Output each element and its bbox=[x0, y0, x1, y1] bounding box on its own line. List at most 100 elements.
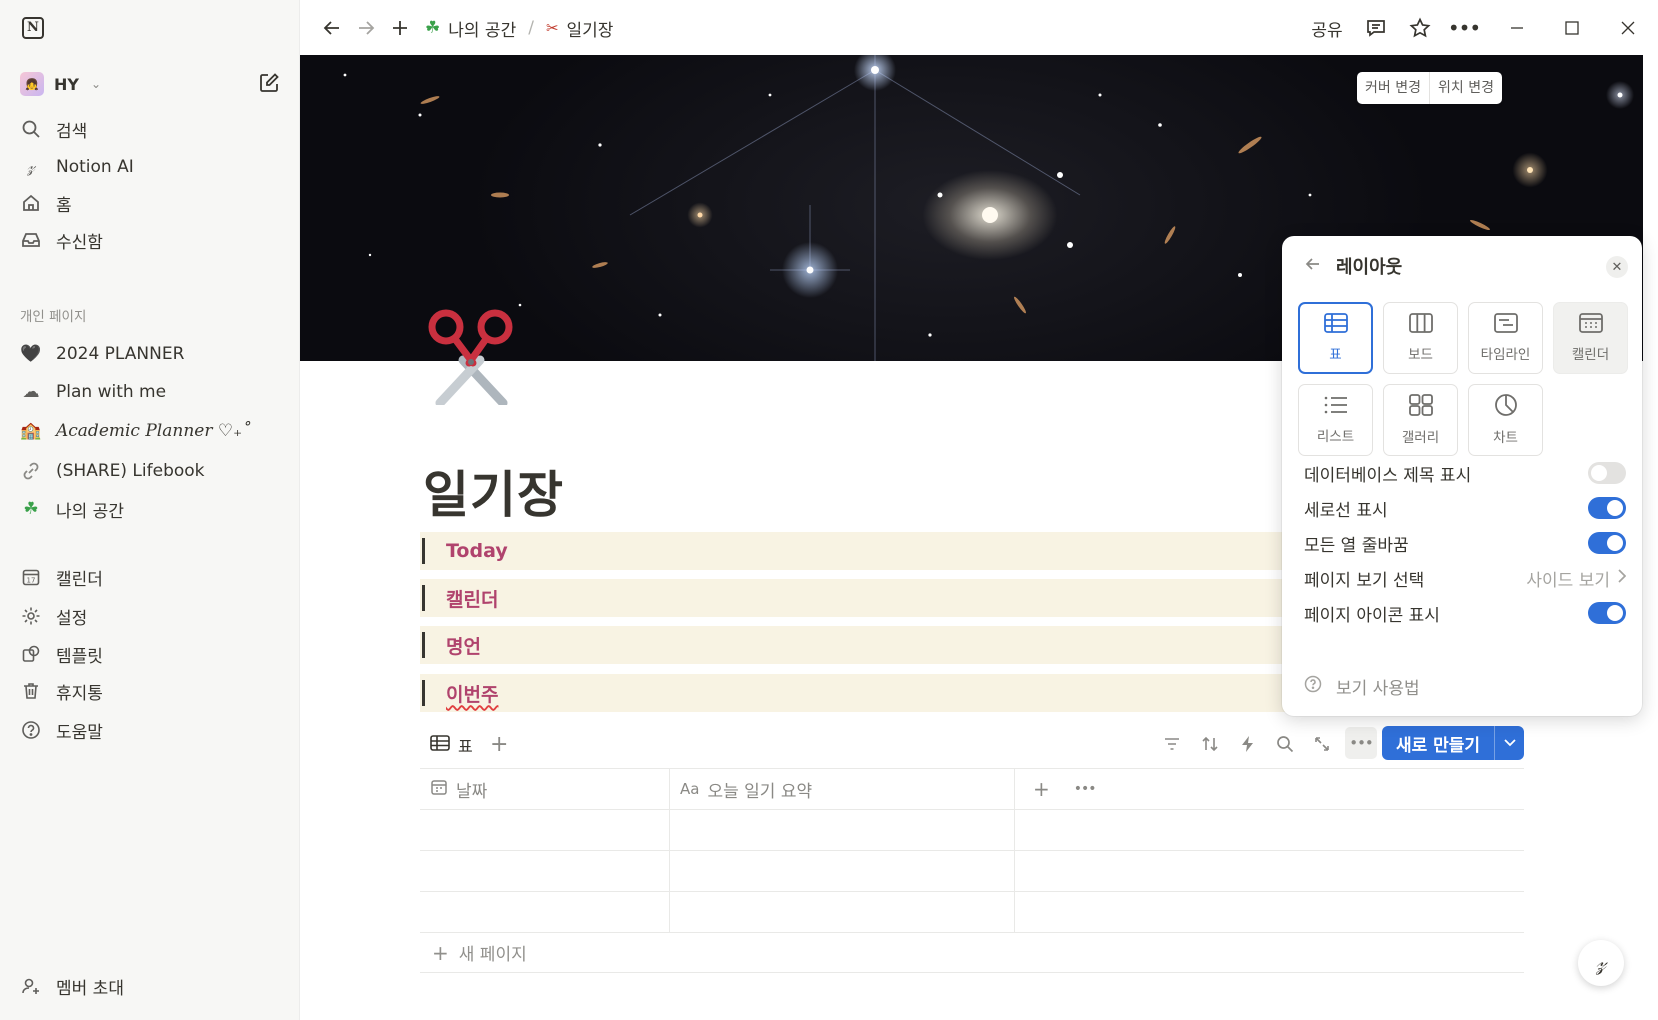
layout-option-gallery[interactable]: 갤러리 bbox=[1383, 384, 1458, 456]
workspace-avatar: 👧 bbox=[20, 72, 44, 96]
column-header-date[interactable]: 날짜 bbox=[420, 769, 670, 809]
view-help-link[interactable]: 보기 사용법 bbox=[1304, 672, 1420, 700]
breadcrumb-item[interactable]: 일기장 bbox=[567, 16, 614, 41]
new-page-compose-icon[interactable] bbox=[258, 72, 282, 96]
star-icon[interactable] bbox=[1406, 14, 1434, 42]
reposition-cover-button[interactable]: 위치 변경 bbox=[1428, 72, 1502, 104]
toggle-switch[interactable] bbox=[1588, 532, 1626, 554]
column-header-summary[interactable]: Aa 오늘 일기 요약 bbox=[670, 769, 1015, 809]
table-row[interactable] bbox=[420, 850, 1524, 891]
table-row[interactable] bbox=[420, 891, 1524, 932]
search-icon[interactable] bbox=[1271, 730, 1299, 758]
toggle-switch[interactable] bbox=[1588, 602, 1626, 624]
back-arrow-icon[interactable] bbox=[1304, 255, 1322, 278]
option-label: 페이지 아이콘 표시 bbox=[1304, 605, 1440, 626]
workspace-name: HY bbox=[54, 74, 79, 94]
sidebar-item-settings[interactable]: 설정 bbox=[20, 600, 290, 632]
callout-quotes[interactable]: 명언 bbox=[420, 626, 1300, 664]
toggle-switch[interactable] bbox=[1588, 497, 1626, 519]
sidebar-item-search[interactable]: 검색 bbox=[20, 113, 290, 145]
layout-option-list[interactable]: 리스트 bbox=[1298, 384, 1373, 456]
add-new-page-row[interactable]: + 새 페이지 bbox=[420, 932, 1524, 973]
table-cell[interactable] bbox=[670, 810, 1015, 850]
maximize-window-icon[interactable] bbox=[1558, 14, 1586, 42]
minimize-window-icon[interactable] bbox=[1503, 14, 1531, 42]
sidebar-item-calendar[interactable]: 17 캘린더 bbox=[20, 561, 290, 593]
column-header-actions: + ••• bbox=[1015, 769, 1524, 809]
table-cell[interactable] bbox=[420, 810, 670, 850]
sort-icon[interactable] bbox=[1196, 730, 1224, 758]
filter-icon[interactable] bbox=[1158, 730, 1186, 758]
automation-bolt-icon[interactable] bbox=[1234, 730, 1262, 758]
sidebar-item-inbox[interactable]: 수신함 bbox=[20, 224, 290, 256]
chevron-down-icon[interactable] bbox=[1494, 726, 1524, 760]
back-arrow-icon[interactable] bbox=[318, 14, 346, 42]
option-label: 페이지 보기 선택 bbox=[1304, 570, 1425, 591]
add-view-plus-icon[interactable]: + bbox=[490, 732, 508, 757]
add-column-plus-icon[interactable]: + bbox=[1033, 777, 1050, 801]
page-title[interactable]: 일기장 bbox=[423, 455, 564, 527]
layout-option-board[interactable]: 보드 bbox=[1383, 302, 1458, 374]
notion-logo-icon[interactable]: N bbox=[22, 17, 44, 39]
sidebar: N 👧 HY ⌄ 검색 𝓏 Notion AI 홈 수신함 개인 페이지 🖤 2… bbox=[0, 0, 300, 1020]
sidebar-item-templates[interactable]: 템플릿 bbox=[20, 638, 290, 670]
more-options-icon[interactable]: ••• bbox=[1448, 14, 1481, 42]
forward-arrow-icon[interactable] bbox=[352, 14, 380, 42]
sidebar-item-label: 검색 bbox=[56, 121, 88, 142]
sidebar-page-lifebook[interactable]: (SHARE) Lifebook bbox=[20, 455, 290, 487]
sidebar-item-trash[interactable]: 휴지통 bbox=[20, 675, 290, 707]
sidebar-page-my-space[interactable]: ☘ 나의 공간 bbox=[20, 493, 290, 525]
view-tab-table[interactable]: 표 bbox=[430, 730, 473, 760]
notion-ai-fab-button[interactable]: 𝓏 bbox=[1578, 940, 1624, 986]
close-window-icon[interactable] bbox=[1614, 14, 1642, 42]
sidebar-item-home[interactable]: 홈 bbox=[20, 187, 290, 219]
private-pages-section-label[interactable]: 개인 페이지 bbox=[20, 305, 86, 325]
table-row[interactable] bbox=[420, 809, 1524, 850]
table-cell[interactable] bbox=[670, 892, 1015, 932]
layout-option-label: 갤러리 bbox=[1401, 430, 1440, 446]
table-cell[interactable] bbox=[420, 851, 670, 891]
change-cover-button[interactable]: 커버 변경 bbox=[1357, 72, 1429, 104]
sidebar-page-2024-planner[interactable]: 🖤 2024 PLANNER bbox=[20, 338, 290, 370]
table-cell[interactable] bbox=[420, 892, 670, 932]
breadcrumb-separator: / bbox=[528, 18, 534, 38]
option-value[interactable]: 사이드 보기 bbox=[1526, 566, 1627, 591]
layout-option-timeline[interactable]: 타임라인 bbox=[1468, 302, 1543, 374]
layout-option-label: 리스트 bbox=[1316, 429, 1355, 445]
option-wrap-all-columns[interactable]: 모든 열 줄바꿈 bbox=[1304, 528, 1626, 558]
sidebar-page-academic-planner[interactable]: 🏫 Academic Planner ♡₊˚ bbox=[20, 415, 290, 447]
scissors-page-icon[interactable] bbox=[425, 305, 520, 408]
breadcrumb-item[interactable]: 나의 공간 bbox=[448, 16, 516, 41]
invite-members-button[interactable]: 멤버 초대 bbox=[20, 970, 290, 1002]
share-button[interactable]: 공유 bbox=[1307, 14, 1347, 42]
sidebar-item-notion-ai[interactable]: 𝓏 Notion AI bbox=[20, 151, 290, 183]
layout-option-chart[interactable]: 차트 bbox=[1468, 384, 1543, 456]
new-tab-plus-icon[interactable] bbox=[386, 14, 414, 42]
column-header-label: 날짜 bbox=[456, 781, 488, 802]
sidebar-item-label: 수신함 bbox=[56, 232, 103, 253]
more-options-icon[interactable]: ••• bbox=[1345, 727, 1377, 759]
option-show-database-title[interactable]: 데이터베이스 제목 표시 bbox=[1304, 458, 1626, 488]
option-show-vertical-lines[interactable]: 세로선 표시 bbox=[1304, 493, 1626, 523]
layout-option-calendar[interactable]: 캘린더 bbox=[1553, 302, 1628, 374]
new-entry-button[interactable]: 새로 만들기 bbox=[1382, 726, 1524, 760]
layout-panel: 레이아웃 ✕ 표 보드 타임라인 캘린더 리스트 갤러리 차트 데이터베이스 제… bbox=[1282, 236, 1642, 716]
expand-icon[interactable] bbox=[1308, 730, 1336, 758]
callout-calendar[interactable]: 캘린더 bbox=[420, 579, 1300, 617]
option-show-page-icon[interactable]: 페이지 아이콘 표시 bbox=[1304, 598, 1626, 628]
column-header-label: 오늘 일기 요약 bbox=[707, 781, 813, 802]
table-cell[interactable] bbox=[670, 851, 1015, 891]
sidebar-page-plan-with-me[interactable]: ☁ Plan with me bbox=[20, 376, 290, 408]
comment-icon[interactable] bbox=[1362, 14, 1390, 42]
callout-this-week[interactable]: 이번주 bbox=[420, 674, 1300, 712]
workspace-switcher[interactable]: 👧 HY ⌄ bbox=[20, 70, 101, 98]
callout-today[interactable]: Today bbox=[420, 532, 1300, 570]
layout-option-table[interactable]: 표 bbox=[1298, 302, 1373, 374]
toggle-switch[interactable] bbox=[1588, 462, 1626, 484]
more-options-icon[interactable]: ••• bbox=[1074, 781, 1097, 797]
sidebar-item-help[interactable]: 도움말 bbox=[20, 714, 290, 746]
close-icon[interactable]: ✕ bbox=[1606, 256, 1628, 278]
layout-panel-header: 레이아웃 bbox=[1304, 252, 1402, 280]
option-open-pages-in[interactable]: 페이지 보기 선택 사이드 보기 bbox=[1304, 563, 1627, 593]
cloud-icon: ☁ bbox=[22, 382, 40, 402]
